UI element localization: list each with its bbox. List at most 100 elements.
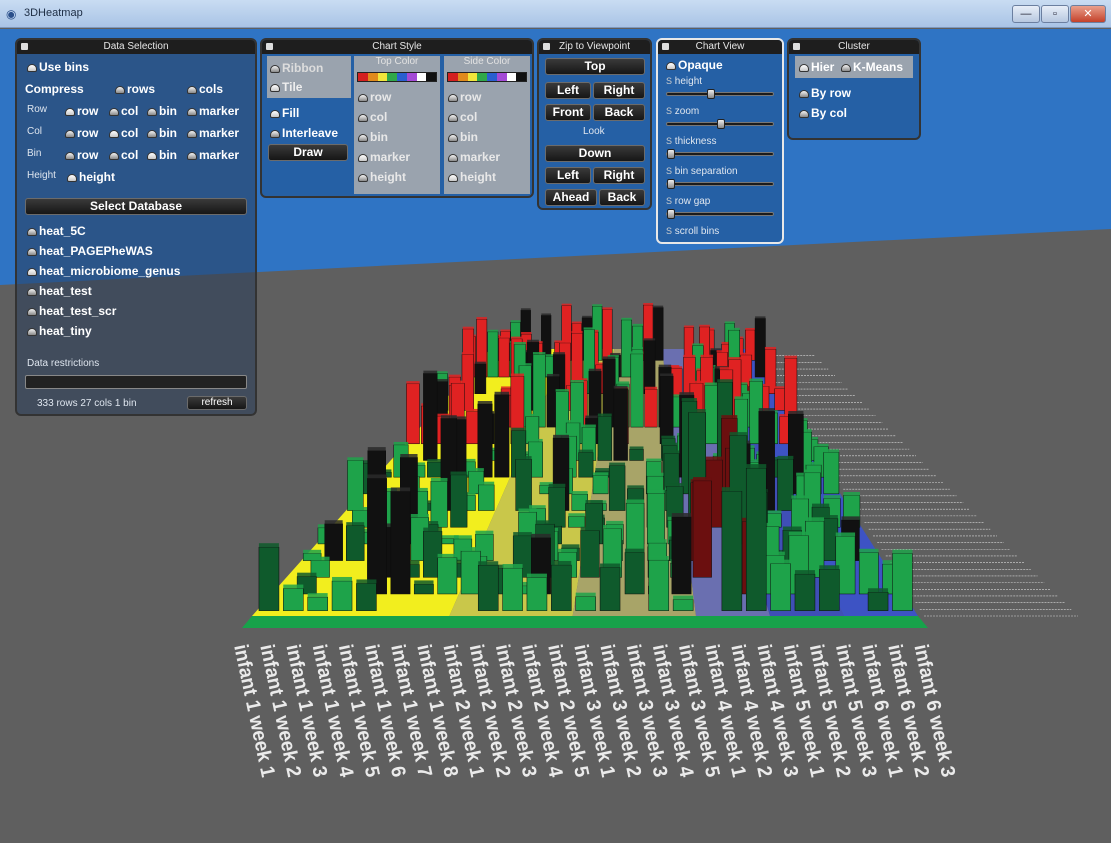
database-radio[interactable] <box>27 248 37 257</box>
top-color-radio[interactable] <box>358 93 368 102</box>
database-radio[interactable] <box>27 288 37 297</box>
bin-map-col-radio[interactable] <box>109 152 119 161</box>
maximize-button[interactable]: ▫ <box>1041 5 1069 23</box>
ramp-swatch[interactable] <box>467 73 478 81</box>
database-radio[interactable] <box>27 228 37 237</box>
refresh-button[interactable]: refresh <box>187 396 247 410</box>
ramp-swatch[interactable] <box>397 73 407 81</box>
zip-back-button[interactable]: Back <box>593 104 645 121</box>
panel-pin-icon[interactable] <box>662 43 669 50</box>
slider-track[interactable] <box>666 89 774 99</box>
top-color-option[interactable]: marker <box>358 150 410 164</box>
3d-viewport[interactable]: infant 1 week 1 infant 1 week 2 infant 1 w… <box>0 29 1111 843</box>
database-item[interactable]: heat_test_scr <box>27 304 116 318</box>
ramp-swatch[interactable] <box>426 73 436 81</box>
ramp-swatch[interactable] <box>406 73 417 81</box>
row-map-bin-radio[interactable] <box>147 108 157 117</box>
zip-front-button[interactable]: Front <box>545 104 591 121</box>
top-color-radio[interactable] <box>358 153 368 162</box>
side-color-radio[interactable] <box>448 153 458 162</box>
side-color-option[interactable]: col <box>448 110 477 124</box>
database-item[interactable]: heat_microbiome_genus <box>27 264 180 278</box>
row-map-marker-radio[interactable] <box>187 108 197 117</box>
row-map-row-radio[interactable] <box>65 108 75 117</box>
look-ahead-button[interactable]: Ahead <box>545 189 597 206</box>
side-color-option[interactable]: row <box>448 90 481 104</box>
side-color-option[interactable]: height <box>448 170 496 184</box>
bin-map-marker-radio[interactable] <box>187 152 197 161</box>
top-color-option[interactable]: col <box>358 110 387 124</box>
tile-radio[interactable] <box>270 84 280 93</box>
slider-knob[interactable] <box>667 209 675 219</box>
ramp-swatch[interactable] <box>377 73 388 81</box>
close-button[interactable]: ✕ <box>1070 5 1106 23</box>
top-color-ramp[interactable] <box>357 72 437 82</box>
ramp-swatch[interactable] <box>367 73 378 81</box>
col-map-bin-radio[interactable] <box>147 130 157 139</box>
side-color-ramp[interactable] <box>447 72 527 82</box>
opaque-checkbox[interactable] <box>666 62 676 71</box>
panel-pin-icon[interactable] <box>793 43 800 50</box>
ramp-swatch[interactable] <box>387 73 397 81</box>
zip-right-button[interactable]: Right <box>593 82 645 99</box>
top-color-radio[interactable] <box>358 133 368 142</box>
look-down-button[interactable]: Down <box>545 145 645 162</box>
side-color-radio[interactable] <box>448 93 458 102</box>
data-restrictions-input[interactable] <box>25 375 247 389</box>
row-map-col-radio[interactable] <box>109 108 119 117</box>
panel-pin-icon[interactable] <box>21 43 28 50</box>
ramp-swatch[interactable] <box>457 73 468 81</box>
top-color-option[interactable]: row <box>358 90 391 104</box>
col-map-col-radio[interactable] <box>109 130 119 139</box>
side-color-option[interactable]: marker <box>448 150 500 164</box>
look-left-button[interactable]: Left <box>545 167 591 184</box>
database-radio[interactable] <box>27 308 37 317</box>
side-color-radio[interactable] <box>448 133 458 142</box>
compress-rows-checkbox[interactable] <box>115 86 125 95</box>
col-map-marker-radio[interactable] <box>187 130 197 139</box>
top-color-option[interactable]: bin <box>358 130 388 144</box>
compress-cols-checkbox[interactable] <box>187 86 197 95</box>
ramp-swatch[interactable] <box>416 73 427 81</box>
database-item[interactable]: heat_test <box>27 284 92 298</box>
ramp-swatch[interactable] <box>358 73 368 81</box>
side-color-radio[interactable] <box>448 113 458 122</box>
slider-knob[interactable] <box>667 149 675 159</box>
look-right-button[interactable]: Right <box>593 167 645 184</box>
look-back-button[interactable]: Back <box>599 189 645 206</box>
slider-knob[interactable] <box>667 179 675 189</box>
panel-pin-icon[interactable] <box>266 43 273 50</box>
database-item[interactable]: heat_tiny <box>27 324 92 338</box>
slider-track[interactable] <box>666 209 774 219</box>
database-item[interactable]: heat_5C <box>27 224 86 238</box>
ramp-swatch[interactable] <box>496 73 507 81</box>
top-color-radio[interactable] <box>358 173 368 182</box>
database-radio[interactable] <box>27 268 37 277</box>
panel-pin-icon[interactable] <box>543 43 550 50</box>
ramp-swatch[interactable] <box>448 73 458 81</box>
cluster-by-col-checkbox[interactable] <box>799 110 809 119</box>
top-color-radio[interactable] <box>358 113 368 122</box>
zip-top-button[interactable]: Top <box>545 58 645 75</box>
minimize-button[interactable]: — <box>1012 5 1040 23</box>
ramp-swatch[interactable] <box>487 73 497 81</box>
bin-map-bin-radio[interactable] <box>147 152 157 161</box>
draw-button[interactable]: Draw <box>268 144 348 161</box>
kmeans-radio[interactable] <box>841 64 851 73</box>
side-color-radio[interactable] <box>448 173 458 182</box>
select-database-button[interactable]: Select Database <box>25 198 247 215</box>
slider-knob[interactable] <box>717 119 725 129</box>
top-color-option[interactable]: height <box>358 170 406 184</box>
side-color-option[interactable]: bin <box>448 130 478 144</box>
use-bins-checkbox[interactable] <box>27 64 37 73</box>
slider-track[interactable] <box>666 119 774 129</box>
ramp-swatch[interactable] <box>506 73 517 81</box>
fill-checkbox[interactable] <box>270 110 280 119</box>
ramp-swatch[interactable] <box>516 73 526 81</box>
database-item[interactable]: heat_PAGEPheWAS <box>27 244 153 258</box>
col-map-row-radio[interactable] <box>65 130 75 139</box>
database-radio[interactable] <box>27 328 37 337</box>
ramp-swatch[interactable] <box>477 73 487 81</box>
height-map-radio[interactable] <box>67 174 77 183</box>
slider-track[interactable] <box>666 149 774 159</box>
